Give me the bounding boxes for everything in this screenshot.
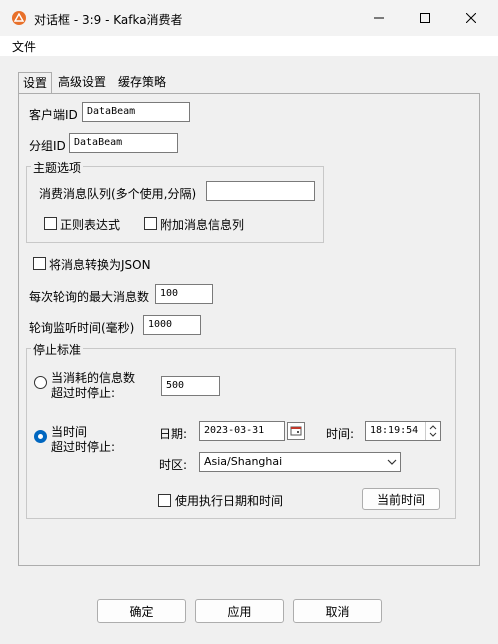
client-id-input[interactable]: DataBeam <box>82 102 190 122</box>
current-time-button[interactable]: 当前时间 <box>362 488 440 510</box>
date-input[interactable]: 2023-03-31 <box>199 421 285 441</box>
window-title: 对话框 - 3:9 - Kafka消费者 <box>34 13 183 27</box>
tab-cache-strategy[interactable]: 缓存策略 <box>114 72 170 92</box>
append-info-checkbox[interactable] <box>144 217 157 230</box>
append-info-label: 附加消息信息列 <box>160 218 245 232</box>
tab-advanced[interactable]: 高级设置 <box>54 72 110 92</box>
apply-button[interactable]: 应用 <box>195 599 284 623</box>
minimize-button[interactable] <box>356 0 402 36</box>
timezone-dropdown-button[interactable] <box>384 452 400 472</box>
close-button[interactable] <box>448 0 494 36</box>
maximize-icon <box>420 13 430 23</box>
consume-queue-label: 消费消息队列(多个使用,分隔) <box>39 187 197 201</box>
stop-count-input[interactable]: 500 <box>161 376 220 396</box>
chevron-down-icon <box>387 459 397 465</box>
stop-by-count-label-line2: 超过时停止: <box>51 386 116 400</box>
to-json-label: 将消息转换为JSON <box>49 258 151 272</box>
use-exec-time-checkbox[interactable] <box>158 494 171 507</box>
menu-bar <box>0 36 498 56</box>
tab-settings[interactable]: 设置 <box>18 72 53 93</box>
regex-checkbox[interactable] <box>44 217 57 230</box>
group-id-input[interactable]: DataBeam <box>69 133 178 153</box>
maximize-button[interactable] <box>402 0 448 36</box>
stop-criteria-legend: 停止标准 <box>31 341 84 358</box>
time-label: 时间: <box>326 427 355 441</box>
time-spinner[interactable] <box>425 422 441 440</box>
ok-button[interactable]: 确定 <box>97 599 186 623</box>
topic-options-legend: 主题选项 <box>31 159 84 176</box>
stop-by-time-radio[interactable] <box>34 430 47 443</box>
calendar-icon <box>290 426 302 436</box>
cancel-button[interactable]: 取消 <box>293 599 382 623</box>
max-messages-input[interactable]: 100 <box>155 284 213 304</box>
timezone-select[interactable]: Asia/Shanghai <box>199 452 401 472</box>
client-id-label: 客户端ID <box>29 108 78 122</box>
minimize-icon <box>374 17 384 19</box>
max-messages-label: 每次轮询的最大消息数 <box>29 290 150 304</box>
app-icon <box>12 11 26 25</box>
close-icon <box>466 13 476 23</box>
regex-label: 正则表达式 <box>60 218 121 232</box>
group-id-label: 分组ID <box>29 139 66 153</box>
use-exec-time-label: 使用执行日期和时间 <box>175 494 284 508</box>
date-label: 日期: <box>159 427 188 441</box>
timezone-label: 时区: <box>159 458 188 472</box>
consume-queue-input[interactable] <box>206 181 315 201</box>
spinner-arrows-icon <box>429 425 437 437</box>
poll-timeout-input[interactable]: 1000 <box>143 315 201 335</box>
menu-file[interactable]: 文件 <box>12 38 36 55</box>
stop-by-time-label-line2: 超过时停止: <box>51 440 116 454</box>
calendar-button[interactable] <box>287 422 305 440</box>
to-json-checkbox[interactable] <box>33 257 46 270</box>
poll-timeout-label: 轮询监听时间(毫秒) <box>29 321 135 335</box>
stop-by-count-radio[interactable] <box>34 376 47 389</box>
